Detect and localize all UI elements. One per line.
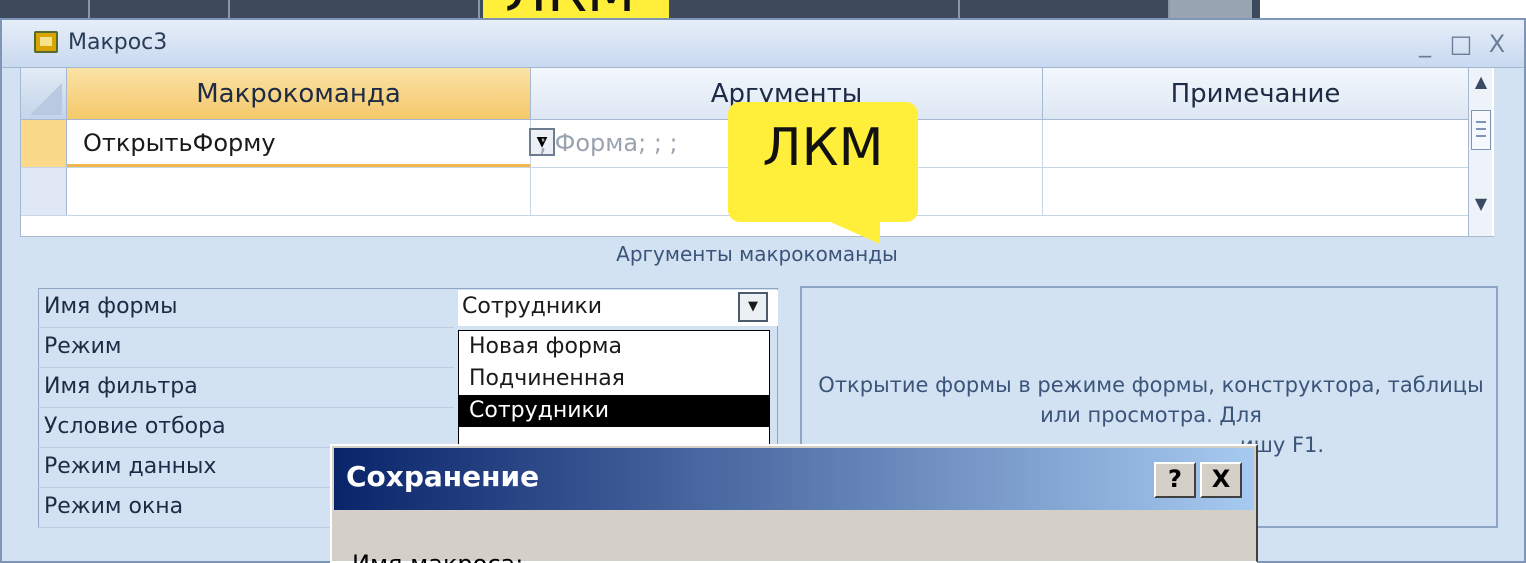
strip-segment — [680, 0, 960, 18]
strip-right-block — [1170, 0, 1252, 18]
help-text-main: Открытие формы в режиме формы, конструкт… — [818, 373, 1484, 427]
window-title: Макрос3 — [68, 30, 168, 55]
strip-segment — [90, 0, 230, 18]
strip-segment — [0, 0, 90, 18]
action-cell-value: ОткрытьФорму — [83, 129, 276, 157]
thumb-grip — [1476, 121, 1486, 123]
minimize-button[interactable]: _ — [1412, 30, 1438, 58]
action-cell[interactable] — [67, 168, 531, 215]
window-titlebar[interactable]: Макрос3 _ □ X — [2, 20, 1524, 68]
note-cell[interactable] — [1043, 120, 1469, 167]
prop-label-form-name: Имя формы — [38, 288, 454, 328]
top-callout-text: ЛКМ — [505, 0, 635, 18]
dropdown-option[interactable]: Подчиненная — [459, 363, 769, 395]
dialog-help-button[interactable]: ? — [1154, 462, 1196, 498]
action-cell[interactable]: ОткрытьФорму ▼ — [67, 120, 555, 167]
lkm-callout-text: ЛКМ — [762, 118, 884, 178]
dialog-titlebar[interactable]: Сохранение ? X — [334, 448, 1254, 510]
strip-segment — [960, 0, 1170, 18]
dropdown-option-selected[interactable]: Сотрудники — [459, 395, 769, 427]
thumb-grip — [1476, 128, 1486, 130]
scroll-up-icon[interactable]: ▲ — [1469, 72, 1493, 91]
scroll-down-icon[interactable]: ▼ — [1469, 194, 1493, 213]
column-header-note[interactable]: Примечание — [1043, 68, 1469, 120]
dialog-close-button[interactable]: X — [1200, 462, 1242, 498]
dropdown-option[interactable]: Новая форма — [459, 331, 769, 363]
macro-icon — [34, 31, 58, 53]
prop-label-mode: Режим — [38, 328, 454, 368]
thumb-grip — [1476, 135, 1486, 137]
dialog-title: Сохранение — [346, 460, 540, 493]
close-button[interactable]: X — [1484, 30, 1510, 58]
help-text: Открытие формы в режиме формы, конструкт… — [810, 370, 1492, 457]
save-dialog: Сохранение ? X Имя макроса: — [330, 444, 1258, 563]
row-selector[interactable] — [21, 168, 67, 215]
column-header-action[interactable]: Макрокоманда — [67, 68, 531, 120]
row-selector[interactable] — [21, 120, 67, 167]
top-callout: ЛКМ — [483, 0, 669, 18]
form-name-select[interactable]: Сотрудники — [458, 290, 778, 326]
macro-name-label: Имя макроса: — [352, 550, 523, 563]
arguments-section-title: Аргументы макрокоманды — [20, 236, 1494, 270]
prop-label-filter-name: Имя фильтра — [38, 368, 454, 408]
maximize-button[interactable]: □ — [1448, 30, 1474, 58]
strip-segment — [230, 0, 480, 18]
form-name-dropdown-list: Новая форма Подчиненная Сотрудники — [458, 330, 770, 462]
scroll-thumb[interactable] — [1471, 110, 1491, 150]
select-all-corner[interactable] — [21, 68, 67, 120]
note-cell[interactable] — [1043, 168, 1469, 215]
form-name-dropdown-button[interactable]: ▼ — [738, 292, 768, 322]
lkm-callout: ЛКМ — [728, 102, 918, 244]
prop-label-where-condition: Условие отбора — [38, 408, 454, 448]
vertical-scrollbar[interactable]: ▲ ▼ — [1468, 68, 1492, 236]
